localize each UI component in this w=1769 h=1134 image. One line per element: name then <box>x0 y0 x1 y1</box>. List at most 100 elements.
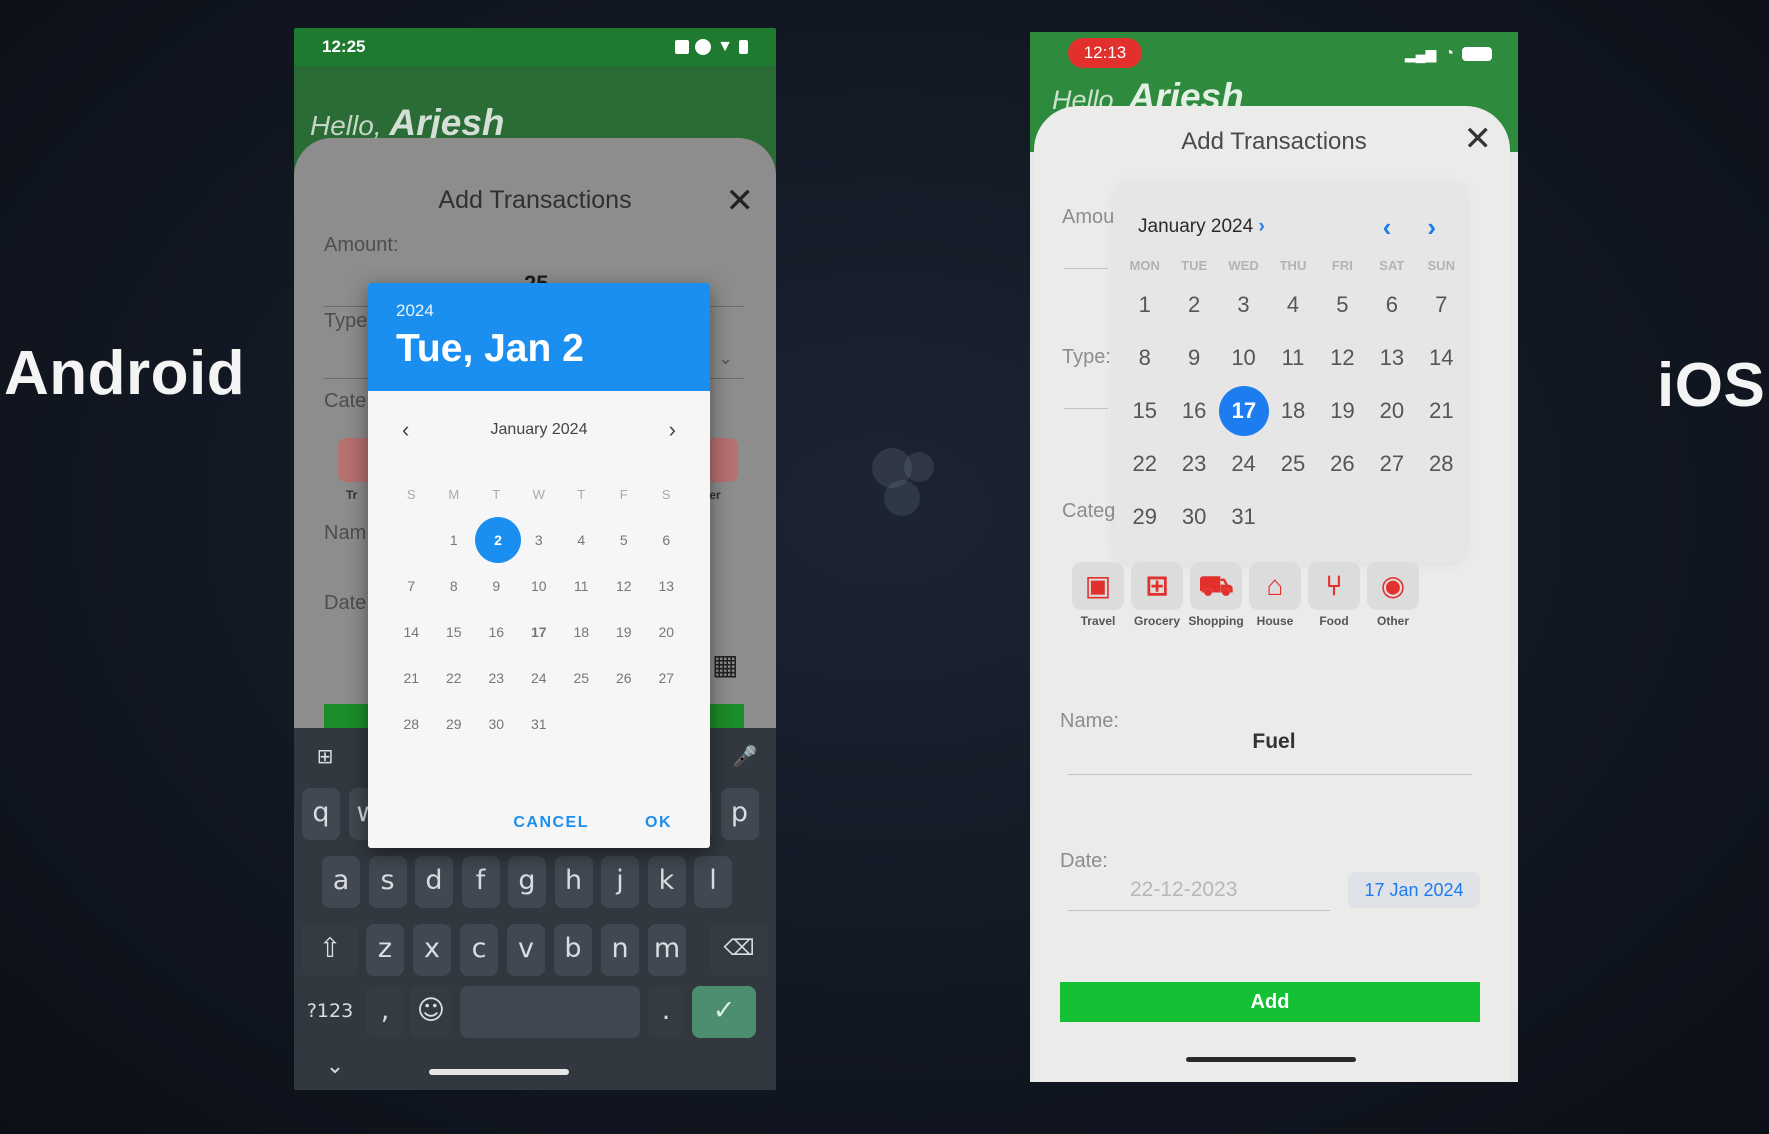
day-cell[interactable]: 16 <box>1169 398 1218 424</box>
category-other[interactable]: ◉ Other <box>1363 562 1423 628</box>
day-cell[interactable]: 8 <box>433 578 476 594</box>
selected-day[interactable]: 17 <box>1218 385 1269 436</box>
name-value[interactable]: Fuel <box>1030 730 1518 754</box>
day-cell[interactable]: 10 <box>1219 345 1268 371</box>
day-cell[interactable]: 20 <box>645 624 688 640</box>
collapse-keyboard-icon[interactable]: ⌄ <box>316 1042 354 1090</box>
day-cell[interactable]: 2 <box>475 517 521 563</box>
period-key[interactable]: . <box>648 986 684 1038</box>
category-food[interactable]: ⑂ Food <box>1304 562 1364 628</box>
key-m[interactable]: m <box>648 924 686 976</box>
month-picker-chevron-icon[interactable]: › <box>1258 216 1264 237</box>
key-p[interactable]: p <box>720 788 759 840</box>
day-cell[interactable]: 7 <box>390 578 433 594</box>
day-cell[interactable]: 12 <box>1318 345 1367 371</box>
day-cell[interactable]: 13 <box>1367 345 1416 371</box>
day-cell[interactable]: 4 <box>1268 292 1317 318</box>
add-button[interactable]: Add <box>1060 982 1480 1022</box>
category-shopping[interactable]: ⛟ Shopping <box>1186 562 1246 628</box>
dropdown-chevron-icon[interactable]: ⌄ <box>718 348 733 369</box>
day-cell[interactable]: 5 <box>603 532 646 548</box>
key-h[interactable]: h <box>554 856 593 908</box>
date-input[interactable]: 22-12-2023 <box>1130 878 1237 902</box>
day-cell[interactable]: 3 <box>1219 292 1268 318</box>
day-cell[interactable]: 6 <box>1367 292 1416 318</box>
day-cell[interactable]: 26 <box>603 670 646 686</box>
day-cell[interactable]: 8 <box>1120 345 1169 371</box>
ok-button[interactable]: OK <box>645 814 672 832</box>
category-grocery[interactable]: ⊞ Grocery <box>1127 562 1187 628</box>
mic-icon[interactable]: 🎤 <box>724 736 766 778</box>
day-cell[interactable]: 11 <box>560 578 603 594</box>
day-cell[interactable]: 24 <box>518 670 561 686</box>
done-key[interactable]: ✓ <box>692 986 756 1038</box>
day-cell[interactable]: 10 <box>518 578 561 594</box>
close-icon[interactable]: ✕ <box>1464 122 1493 156</box>
day-cell[interactable]: 21 <box>390 670 433 686</box>
day-cell[interactable]: 18 <box>560 624 603 640</box>
category-house[interactable]: ⌂ House <box>1245 562 1305 628</box>
day-cell[interactable]: 31 <box>518 716 561 732</box>
day-cell[interactable]: 9 <box>1169 345 1218 371</box>
day-cell[interactable]: 29 <box>1120 504 1169 530</box>
day-cell[interactable]: 26 <box>1318 451 1367 477</box>
day-cell[interactable]: 29 <box>433 716 476 732</box>
close-icon[interactable]: ✕ <box>726 184 755 218</box>
day-cell[interactable]: 9 <box>475 578 518 594</box>
selected-day[interactable]: 2 <box>475 517 521 563</box>
key-x[interactable]: x <box>413 924 451 976</box>
key-g[interactable]: g <box>508 856 546 908</box>
day-cell[interactable]: 27 <box>645 670 688 686</box>
picker-year[interactable]: 2024 <box>396 301 682 321</box>
key-k[interactable]: k <box>647 856 686 908</box>
key-q[interactable]: q <box>302 788 340 840</box>
day-cell[interactable]: 14 <box>390 624 433 640</box>
space-key[interactable] <box>460 986 640 1038</box>
backspace-key[interactable]: ⌫ <box>710 924 768 976</box>
day-cell[interactable]: 22 <box>433 670 476 686</box>
day-cell[interactable]: 20 <box>1367 398 1416 424</box>
day-cell[interactable]: 2 <box>1169 292 1218 318</box>
prev-month-icon[interactable]: ‹ <box>402 417 409 443</box>
day-cell[interactable]: 15 <box>433 624 476 640</box>
key-a[interactable]: a <box>322 856 360 908</box>
day-cell[interactable]: 30 <box>1169 504 1218 530</box>
day-cell[interactable]: 14 <box>1417 345 1466 371</box>
emoji-key[interactable]: ☺ <box>410 986 452 1038</box>
day-cell[interactable]: 19 <box>1318 398 1367 424</box>
category-travel[interactable]: ▣ Travel <box>1068 562 1128 628</box>
day-cell[interactable]: 4 <box>560 532 603 548</box>
day-cell[interactable]: 23 <box>1169 451 1218 477</box>
day-cell[interactable]: 25 <box>1268 451 1317 477</box>
day-cell[interactable]: 18 <box>1268 398 1317 424</box>
day-cell[interactable]: 6 <box>645 532 688 548</box>
date-picker-button[interactable]: 17 Jan 2024 <box>1348 872 1480 908</box>
day-cell[interactable]: 17 <box>518 624 561 640</box>
key-l[interactable]: l <box>694 856 732 908</box>
keyboard-apps-icon[interactable]: ⊞ <box>304 736 346 778</box>
day-cell[interactable]: 21 <box>1417 398 1466 424</box>
day-cell[interactable]: 12 <box>603 578 646 594</box>
key-f[interactable]: f <box>461 856 500 908</box>
day-cell[interactable]: 31 <box>1219 504 1268 530</box>
key-z[interactable]: z <box>366 924 404 976</box>
key-d[interactable]: d <box>415 856 453 908</box>
key-b[interactable]: b <box>554 924 592 976</box>
prev-month-icon[interactable]: ‹ <box>1383 212 1392 243</box>
day-cell[interactable]: 27 <box>1367 451 1416 477</box>
key-v[interactable]: v <box>507 924 545 976</box>
day-cell[interactable]: 7 <box>1417 292 1466 318</box>
day-cell[interactable]: 28 <box>1417 451 1466 477</box>
day-cell[interactable]: 16 <box>475 624 518 640</box>
day-cell[interactable]: 19 <box>603 624 646 640</box>
day-cell[interactable]: 22 <box>1120 451 1169 477</box>
calendar-month[interactable]: January 2024 › <box>1138 216 1265 238</box>
shift-key[interactable]: ⇧ <box>302 924 358 976</box>
day-cell[interactable]: 28 <box>390 716 433 732</box>
day-cell[interactable]: 25 <box>560 670 603 686</box>
day-cell[interactable]: 17 <box>1218 385 1269 436</box>
day-cell[interactable]: 24 <box>1219 451 1268 477</box>
key-n[interactable]: n <box>601 924 639 976</box>
day-cell[interactable]: 11 <box>1268 345 1317 371</box>
day-cell[interactable]: 23 <box>475 670 518 686</box>
